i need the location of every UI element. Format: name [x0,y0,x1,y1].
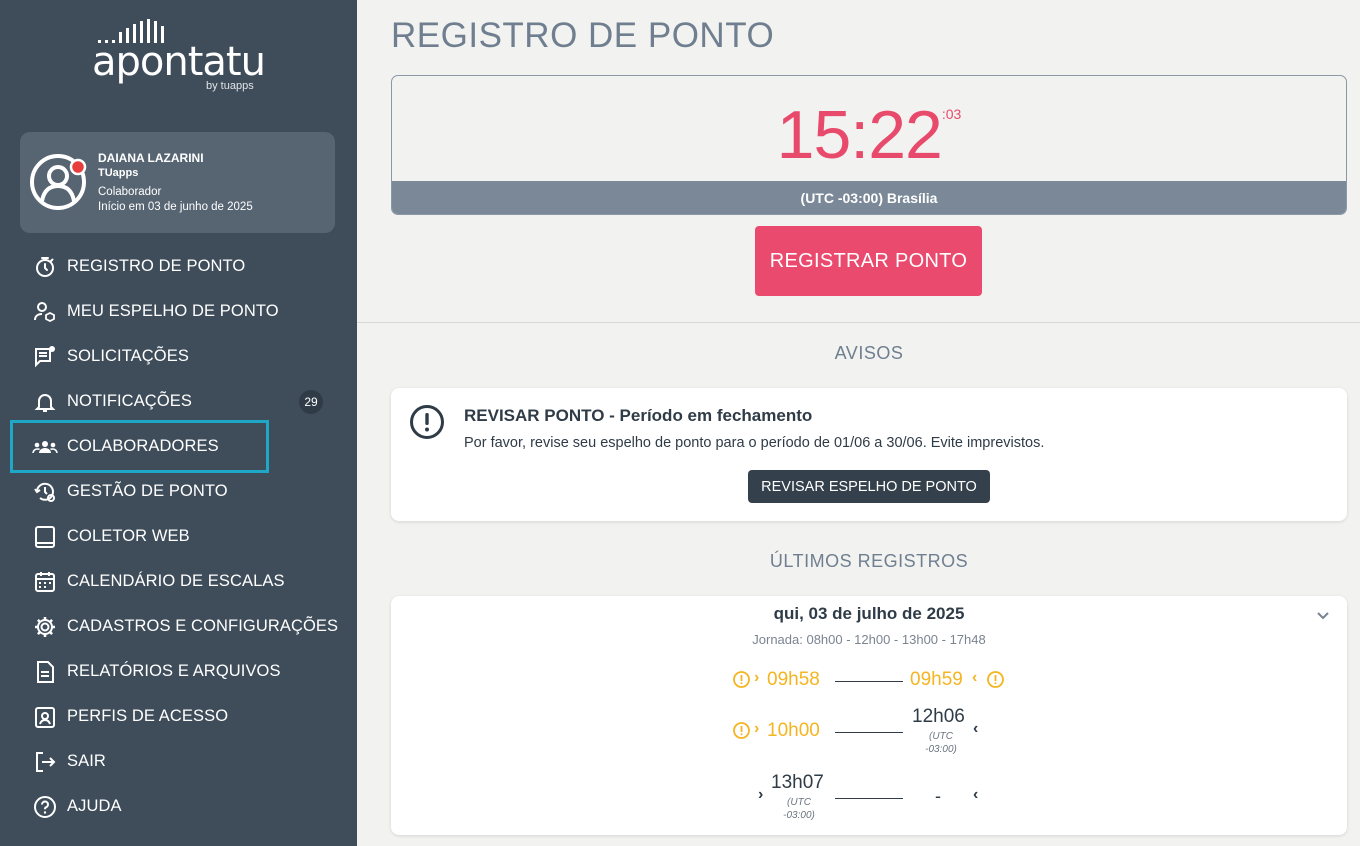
message-alert-icon [32,344,58,370]
bell-icon [32,389,58,415]
sidebar-item-ajuda[interactable]: AJUDA [0,784,357,829]
record-connector-line [835,732,903,733]
record-journey: Jornada: 08h00 - 12h00 - 13h00 - 17h48 [752,632,986,647]
exit-arrow-icon: ‹ [972,669,978,686]
record-entry-timezone-line2: -03:00) [783,810,815,821]
user-card[interactable]: DAIANA LAZARINI TUapps Colaborador Iníci… [20,132,335,233]
warning-icon[interactable] [987,671,1004,688]
record-exit-timezone: (UTC -03:00) [906,730,976,756]
history-gear-icon [32,479,58,505]
record-exit-timezone-line1: (UTC [929,731,953,742]
sidebar-item-solicitacoes[interactable]: SOLICITAÇÕES [0,334,357,379]
entry-arrow-icon: › [754,720,760,737]
record-exit-time[interactable]: 12h06 [912,706,965,728]
user-name: DAIANA LAZARINI [98,151,204,165]
main-content: REGISTRO DE PONTO 15:22:03 (UTC -03:00) … [357,0,1360,846]
sidebar-item-relatorios[interactable]: RELATÓRIOS E ARQUIVOS [0,649,357,694]
sidebar-item-label: SAIR [67,752,106,770]
sidebar-item-label: GESTÃO DE PONTO [67,482,228,500]
sidebar-item-label: CALENDÁRIO DE ESCALAS [67,572,285,590]
sidebar-item-cadastros[interactable]: CADASTROS E CONFIGURAÇÕES [0,604,357,649]
sidebar-item-label: SOLICITAÇÕES [67,347,189,365]
sidebar-item-registro-de-ponto[interactable]: REGISTRO DE PONTO [0,244,357,289]
clock-timezone: (UTC -03:00) Brasília [392,181,1346,214]
record-connector-line [835,681,903,682]
records-section-title: ÚLTIMOS REGISTROS [769,551,969,571]
record-exit-timezone-line2: -03:00) [925,744,957,755]
alert-circle-icon [410,405,444,439]
exit-arrow-icon: ‹ [973,720,979,737]
sidebar: apontatu by tuapps DAIANA LAZARINI TUapp… [0,0,357,846]
warning-icon[interactable] [733,671,750,688]
notice-text: Por favor, revise seu espelho de ponto p… [464,435,1045,451]
user-cube-icon [32,299,58,325]
sidebar-item-calendario[interactable]: CALENDÁRIO DE ESCALAS [0,559,357,604]
record-entry-time[interactable]: 13h07 [771,772,824,794]
sidebar-item-gestao-de-ponto[interactable]: GESTÃO DE PONTO [0,469,357,514]
sidebar-item-perfis[interactable]: PERFIS DE ACESSO [0,694,357,739]
notice-card: REVISAR PONTO - Período em fechamento Po… [391,388,1347,521]
sidebar-item-notificacoes[interactable]: NOTIFICAÇÕES 29 [0,379,357,424]
record-exit-time[interactable]: - [935,786,941,807]
notification-count-badge: 29 [299,390,323,414]
sidebar-item-coletor-web[interactable]: COLETOR WEB [0,514,357,559]
user-company: TUapps [98,167,139,179]
user-start-date: Início em 03 de junho de 2025 [98,201,253,213]
sidebar-item-label: COLETOR WEB [67,527,190,545]
record-entry-timezone-line1: (UTC [787,797,811,808]
record-entry-time[interactable]: 09h58 [767,669,820,691]
record-entry-time[interactable]: 10h00 [767,720,820,742]
logo-byline: by tuapps [206,80,254,92]
record-exit-time[interactable]: 09h59 [910,669,963,691]
avatar [30,154,87,210]
sidebar-item-label: MEU ESPELHO DE PONTO [67,302,279,320]
entry-arrow-icon: › [758,786,764,803]
clock-time: 15:22:03 [392,96,1346,174]
sidebar-item-sair[interactable]: SAIR [0,739,357,784]
sidebar-item-label: NOTIFICAÇÕES [67,392,192,410]
warning-icon[interactable] [733,722,750,739]
records-card: qui, 03 de julho de 2025 Jornada: 08h00 … [391,596,1347,835]
sidebar-menu: REGISTRO DE PONTO MEU ESPELHO DE PONTO S… [0,244,357,829]
apontatu-logo[interactable]: apontatu by tuapps [90,18,270,98]
tablet-icon [32,524,58,550]
clock-seconds: :03 [941,106,962,122]
id-badge-icon [32,704,58,730]
record-date: qui, 03 de julho de 2025 [773,604,965,623]
sidebar-item-label: AJUDA [67,797,122,815]
review-timesheet-button[interactable]: REVISAR ESPELHO DE PONTO [748,470,990,503]
chevron-down-icon[interactable] [1313,606,1333,626]
document-icon [32,659,58,685]
notice-title: REVISAR PONTO - Período em fechamento [464,406,813,425]
stopwatch-icon [32,254,58,280]
divider [357,322,1360,323]
logout-icon [32,749,58,775]
logo-text: apontatu [92,39,266,85]
sidebar-item-label: CADASTROS E CONFIGURAÇÕES [67,617,339,635]
user-role: Colaborador [98,186,162,198]
sidebar-item-label: RELATÓRIOS E ARQUIVOS [67,662,281,680]
help-icon [32,794,58,820]
sidebar-item-label: PERFIS DE ACESSO [67,707,229,725]
gear-icon [32,614,58,640]
entry-arrow-icon: › [754,669,760,686]
sidebar-item-meu-espelho[interactable]: MEU ESPELHO DE PONTO [0,289,357,334]
sidebar-item-label: REGISTRO DE PONTO [67,257,246,275]
clock-card: 15:22:03 (UTC -03:00) Brasília [391,75,1347,215]
register-punch-button[interactable]: REGISTRAR PONTO [755,226,982,296]
record-entry-timezone: (UTC -03:00) [764,796,834,822]
notices-section-title: AVISOS [834,343,904,363]
record-connector-line [835,798,903,799]
page-title: REGISTRO DE PONTO [391,16,775,55]
exit-arrow-icon: ‹ [973,786,979,803]
calendar-icon [32,569,58,595]
clock-hours-minutes: 15:22 [776,97,943,173]
selection-highlight [10,420,269,473]
